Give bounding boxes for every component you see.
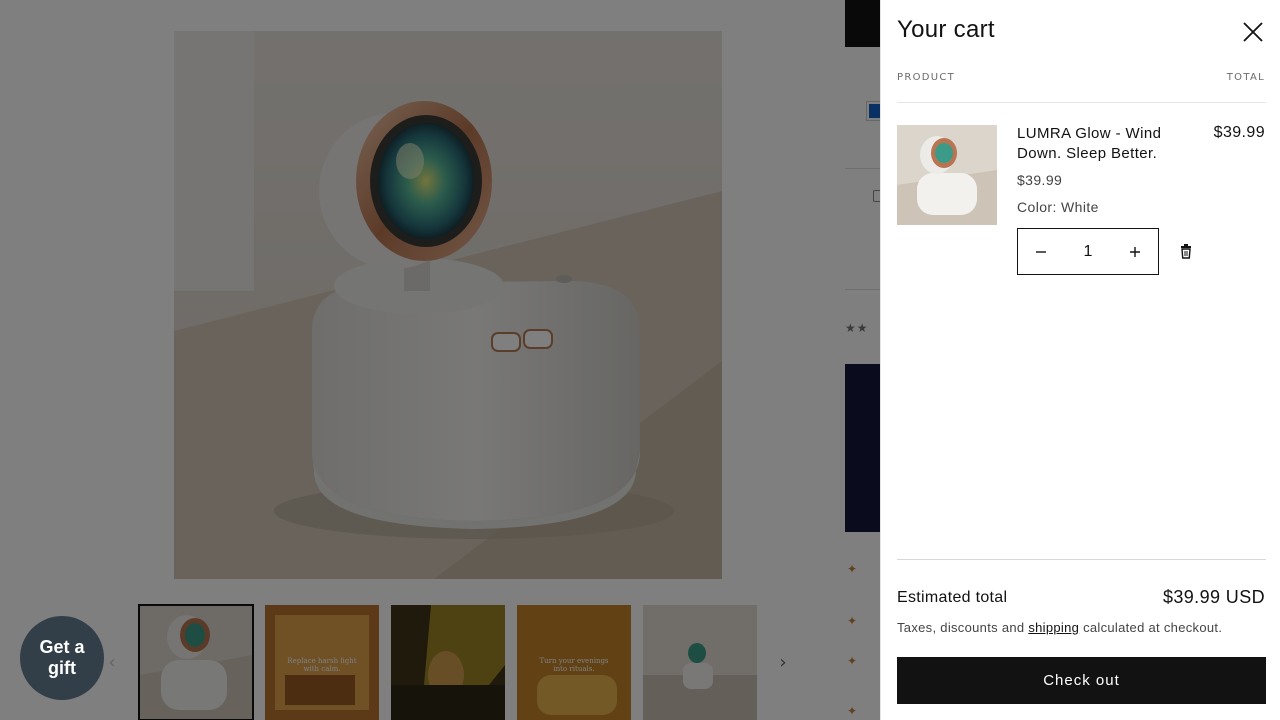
estimated-total-value: $39.99 USD: [1162, 587, 1265, 607]
trash-icon[interactable]: [1177, 242, 1195, 260]
variant-label: Color:: [1017, 199, 1057, 215]
decrease-quantity-button[interactable]: [1018, 229, 1064, 274]
divider: [897, 102, 1266, 103]
increase-quantity-button[interactable]: [1112, 229, 1158, 274]
tax-note: Taxes, discounts and shipping calculated…: [897, 620, 1222, 635]
cart-item-line-total: $39.99: [1213, 124, 1265, 141]
shipping-link[interactable]: shipping: [1028, 620, 1079, 635]
quantity-stepper: 1: [1017, 228, 1159, 275]
estimated-total-label: Estimated total: [897, 589, 1008, 606]
cart-drawer: Your cart PRODUCT TOTAL LUMRA Glow - Win…: [880, 0, 1280, 720]
cart-item-price: $39.99: [1017, 172, 1063, 188]
gift-button-line1: Get a: [39, 637, 85, 657]
cart-item-variant: Color: White: [1017, 199, 1099, 215]
cart-item-image[interactable]: [897, 125, 997, 225]
cart-item-name[interactable]: LUMRA Glow - Wind Down. Sleep Better.: [1017, 124, 1197, 164]
variant-value: White: [1061, 199, 1099, 215]
divider: [897, 559, 1266, 560]
minus-icon: [1036, 250, 1046, 253]
checkout-button[interactable]: Check out: [897, 657, 1266, 704]
close-icon[interactable]: [1242, 21, 1264, 43]
column-header-product: PRODUCT: [897, 72, 956, 83]
plus-icon: [1130, 246, 1140, 257]
column-header-total: TOTAL: [1226, 72, 1265, 83]
gift-button-line2: gift: [48, 658, 76, 678]
tax-note-text: Taxes, discounts and: [897, 620, 1025, 635]
quantity-input[interactable]: 1: [1064, 243, 1112, 261]
tax-note-text-end: calculated at checkout.: [1083, 620, 1223, 635]
get-a-gift-button[interactable]: Get a gift: [20, 616, 104, 700]
cart-title: Your cart: [897, 16, 995, 43]
